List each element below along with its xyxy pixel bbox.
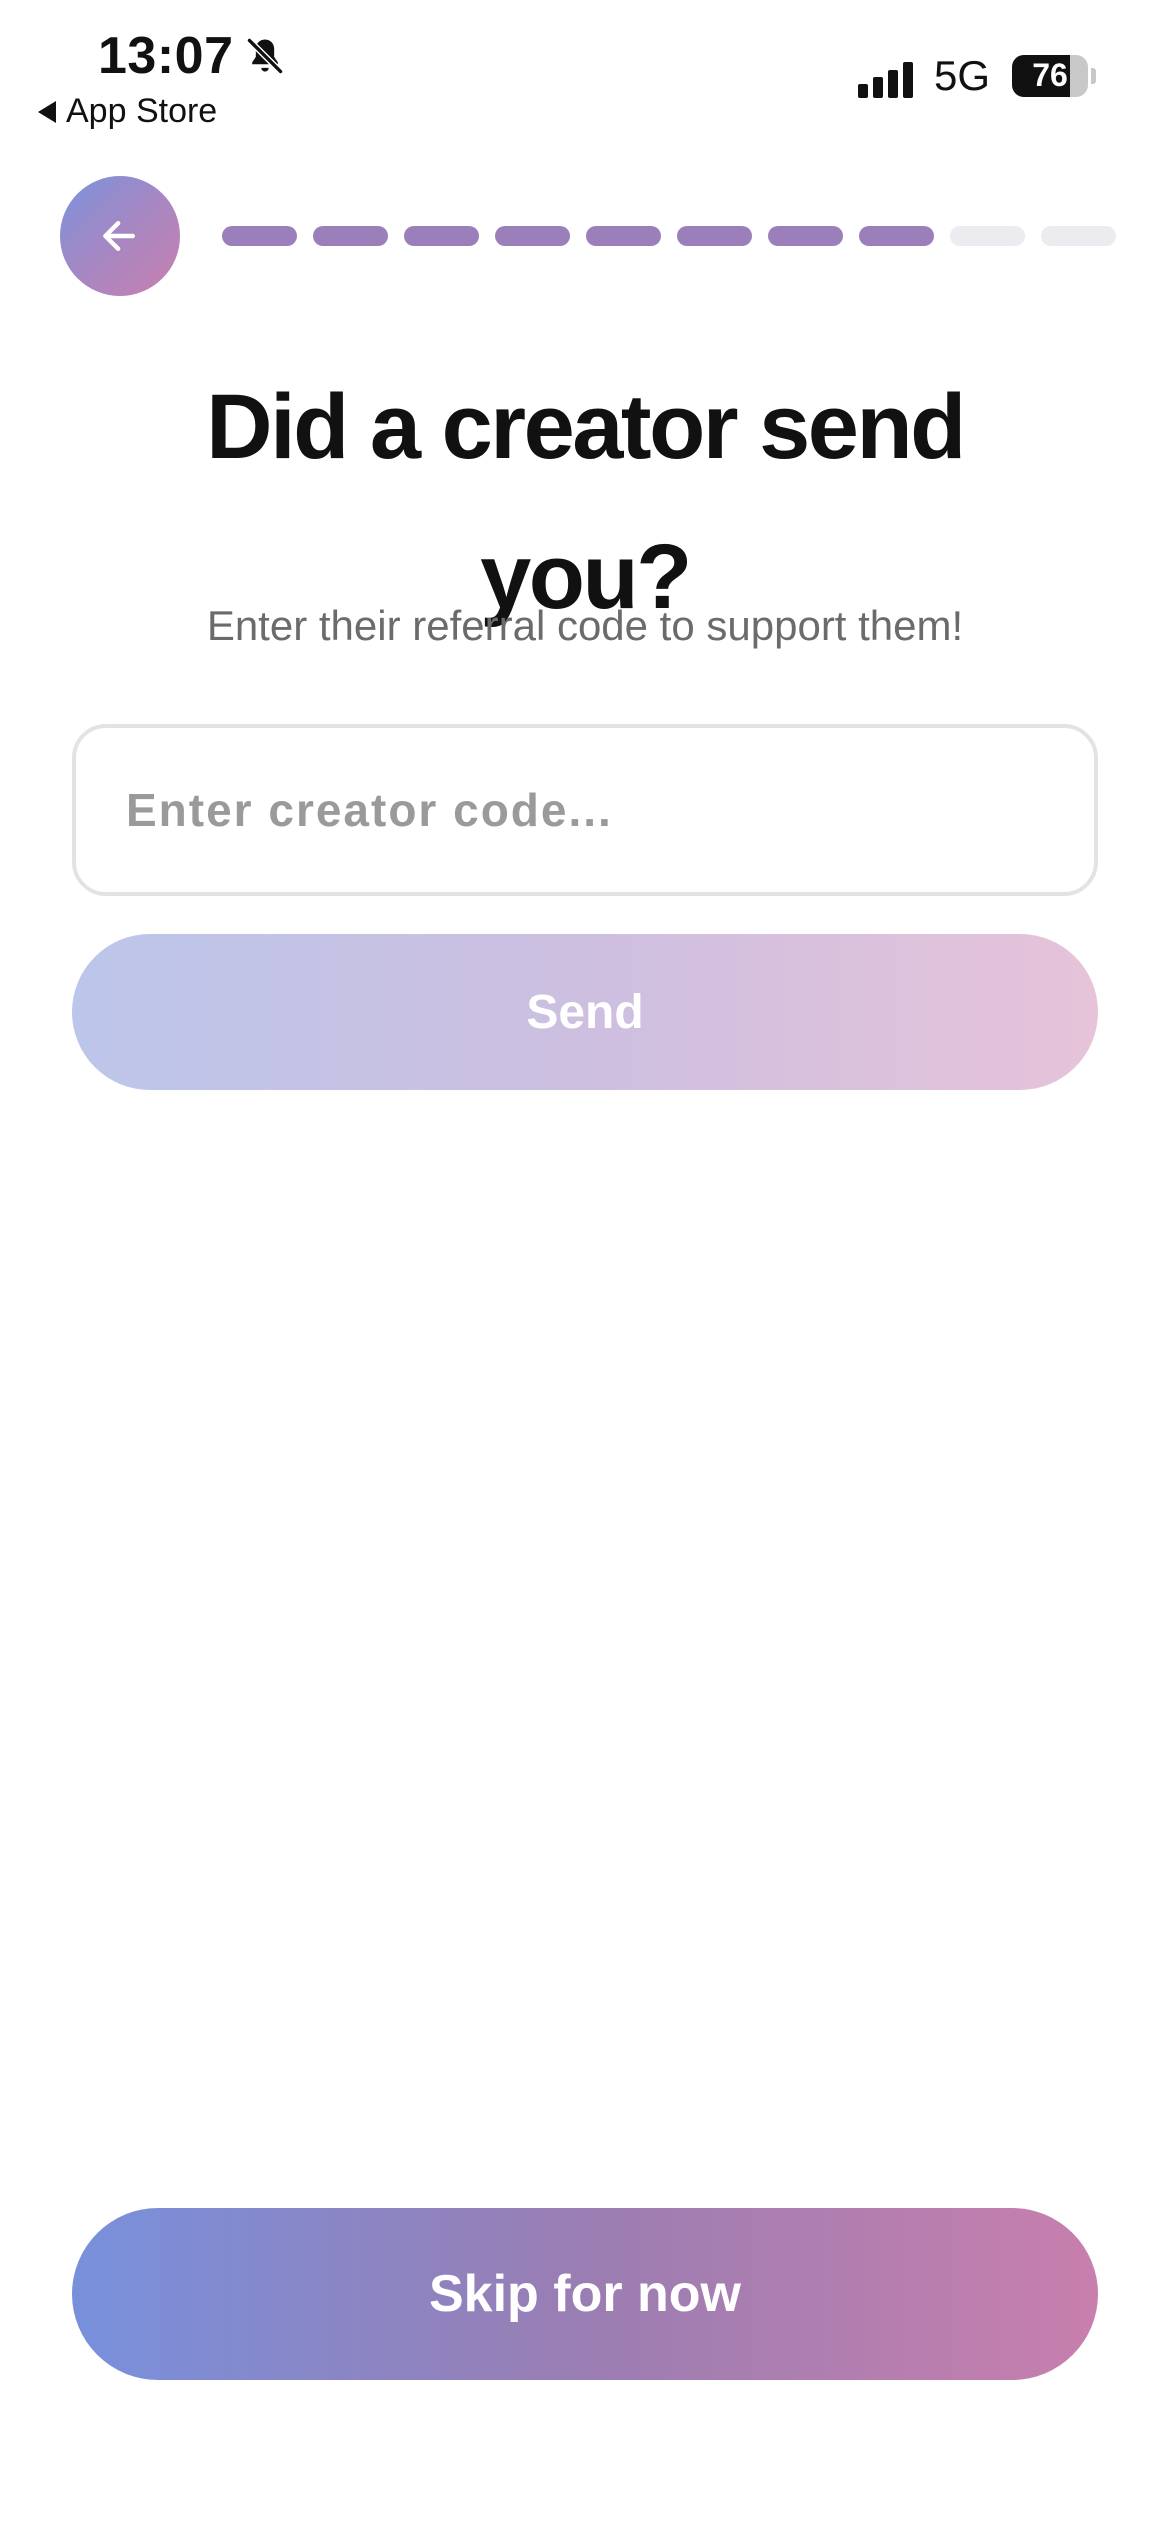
onboarding-progress xyxy=(222,226,1116,246)
progress-step-complete xyxy=(677,226,752,246)
progress-step-complete xyxy=(586,226,661,246)
send-button[interactable]: Send xyxy=(72,934,1098,1090)
battery-percent: 76 xyxy=(1032,57,1068,93)
back-to-app-store[interactable]: App Store xyxy=(38,92,217,131)
status-time: 13:07 xyxy=(98,27,234,85)
battery-icon: 76 xyxy=(1012,55,1088,97)
creator-code-field[interactable] xyxy=(72,724,1098,896)
bell-slash-icon xyxy=(246,37,284,75)
progress-step-complete xyxy=(404,226,479,246)
progress-step-complete xyxy=(222,226,297,246)
back-button[interactable] xyxy=(60,176,180,296)
battery-tip xyxy=(1091,68,1096,84)
arrow-left-icon xyxy=(103,220,136,252)
back-triangle-icon xyxy=(38,100,56,123)
progress-step-pending xyxy=(950,226,1025,246)
page-subtitle: Enter their referral code to support the… xyxy=(206,602,964,649)
skip-button[interactable]: Skip for now xyxy=(72,2208,1098,2380)
cellular-signal-icon xyxy=(858,58,918,98)
back-app-label: App Store xyxy=(66,92,218,130)
status-bar: 13:07 App Store 5G 76 xyxy=(0,0,1170,140)
progress-step-complete xyxy=(313,226,388,246)
progress-step-complete xyxy=(768,226,843,246)
network-label: 5G xyxy=(934,52,991,99)
progress-step-complete xyxy=(859,226,934,246)
progress-step-complete xyxy=(495,226,570,246)
progress-step-pending xyxy=(1041,226,1116,246)
creator-code-input[interactable] xyxy=(76,728,1094,892)
